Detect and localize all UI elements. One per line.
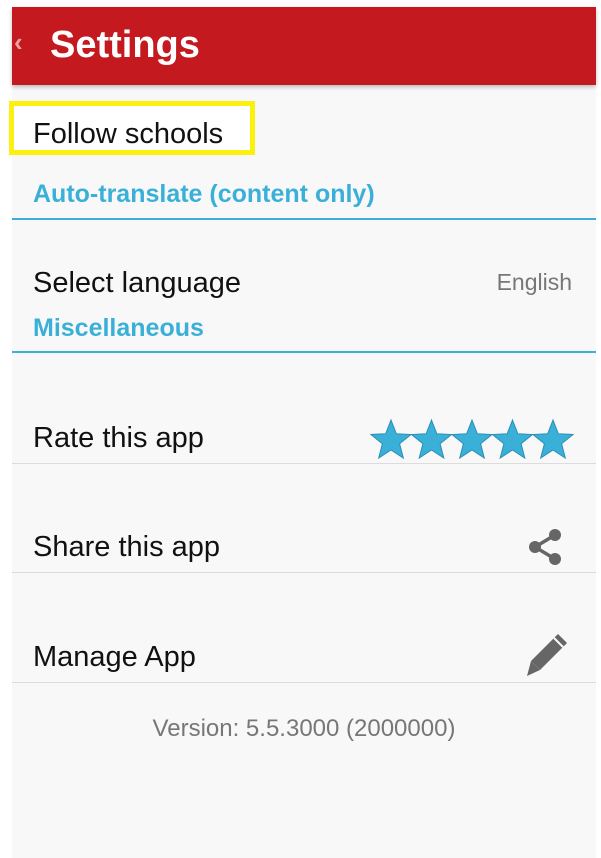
auto-translate-section-header: Auto-translate (content only) — [33, 180, 375, 208]
row-divider-share — [12, 572, 596, 573]
settings-screen: ‹ Settings Follow schools Auto-translate… — [9, 7, 596, 858]
miscellaneous-section-header: Miscellaneous — [33, 314, 204, 342]
version-text: Version: 5.5.3000 (2000000) — [152, 715, 456, 742]
star-icon[interactable] — [491, 418, 534, 460]
row-divider-manage — [12, 682, 596, 683]
star-icon[interactable] — [450, 418, 494, 460]
row-divider-rate — [12, 463, 596, 464]
star-icon[interactable] — [531, 418, 574, 460]
select-language-label: Select language — [33, 267, 241, 299]
rate-app-label: Rate this app — [33, 422, 204, 454]
pencil-icon[interactable] — [524, 631, 570, 679]
share-app-label: Share this app — [33, 531, 221, 563]
star-icon[interactable] — [370, 418, 413, 460]
page-title: Settings — [50, 24, 200, 66]
back-chevron-icon[interactable]: ‹ — [14, 27, 23, 57]
rating-stars[interactable] — [370, 418, 574, 462]
section-divider-auto-translate — [12, 218, 596, 220]
follow-schools-item[interactable]: Follow schools — [33, 116, 223, 152]
section-divider-miscellaneous — [12, 351, 596, 353]
share-icon[interactable] — [525, 526, 565, 568]
manage-app-label: Manage App — [33, 641, 196, 673]
select-language-value: English — [496, 269, 572, 295]
star-icon[interactable] — [410, 418, 453, 460]
app-bar: ‹ Settings — [12, 7, 596, 85]
